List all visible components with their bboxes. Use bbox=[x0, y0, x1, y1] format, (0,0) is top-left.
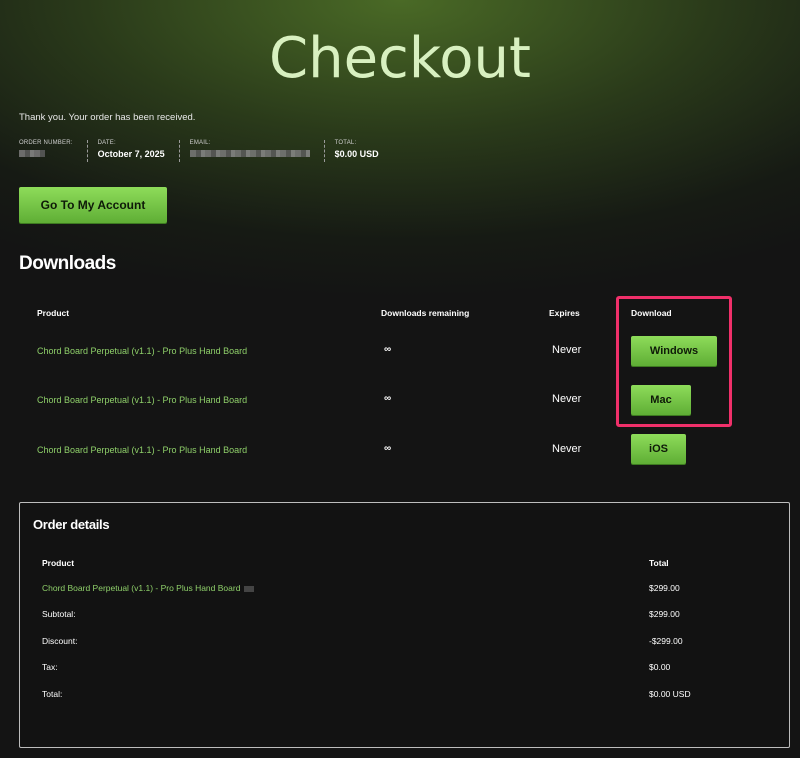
download-row-3-remaining: ∞ bbox=[384, 443, 392, 454]
downloads-header-product: Product bbox=[37, 308, 70, 318]
order-total-item: TOTAL: $0.00 USD bbox=[335, 140, 393, 162]
total-label: Total: bbox=[42, 689, 63, 699]
downloads-header-expires: Expires bbox=[549, 308, 580, 318]
order-item-product-link[interactable]: Chord Board Perpetual (v1.1) - Pro Plus … bbox=[42, 583, 240, 593]
tax-value: $0.00 bbox=[649, 662, 671, 672]
order-item-quantity-redacted bbox=[244, 585, 255, 592]
order-number-label: ORDER NUMBER: bbox=[19, 140, 73, 146]
download-row-2-remaining: ∞ bbox=[384, 393, 392, 404]
page-title: Checkout bbox=[269, 26, 531, 91]
order-total-value: $0.00 USD bbox=[334, 149, 379, 159]
order-email-item: EMAIL: bbox=[189, 140, 325, 162]
downloads-heading: Downloads bbox=[19, 253, 116, 274]
discount-value: -$299.00 bbox=[649, 636, 683, 646]
order-email-value-redacted bbox=[189, 149, 310, 159]
subtotal-label: Subtotal: bbox=[42, 609, 76, 619]
order-date-label: DATE: bbox=[97, 140, 116, 146]
order-details-heading: Order details bbox=[33, 517, 110, 532]
order-details-header-total: Total bbox=[649, 558, 669, 568]
download-row-1-expires: Never bbox=[552, 344, 582, 356]
subtotal-value: $299.00 bbox=[649, 609, 680, 619]
order-details-panel: Order details Product Total Chord Board … bbox=[19, 502, 790, 748]
downloads-header-remaining: Downloads remaining bbox=[381, 308, 470, 318]
order-overview: ORDER NUMBER: DATE: October 7, 2025 EMAI… bbox=[19, 140, 403, 162]
order-email-label: EMAIL: bbox=[189, 140, 211, 146]
download-row-3-product-link[interactable]: Chord Board Perpetual (v1.1) - Pro Plus … bbox=[37, 445, 247, 455]
order-item-row: Chord Board Perpetual (v1.1) - Pro Plus … bbox=[42, 583, 255, 593]
discount-label: Discount: bbox=[42, 636, 78, 646]
go-to-my-account-button[interactable]: Go To My Account bbox=[19, 187, 167, 223]
order-date-value: October 7, 2025 bbox=[97, 149, 165, 159]
order-details-header-product: Product bbox=[42, 558, 75, 568]
order-number-item: ORDER NUMBER: bbox=[19, 140, 88, 162]
download-row-3-expires: Never bbox=[552, 443, 582, 455]
order-date-item: DATE: October 7, 2025 bbox=[98, 140, 180, 162]
tax-label: Tax: bbox=[42, 662, 58, 672]
download-ios-button[interactable]: iOS bbox=[631, 434, 686, 464]
download-row-2-expires: Never bbox=[552, 393, 582, 405]
download-highlight-box bbox=[616, 296, 732, 427]
download-row-1-remaining: ∞ bbox=[384, 344, 392, 355]
total-value: $0.00 USD bbox=[649, 689, 691, 699]
order-total-label: TOTAL: bbox=[334, 140, 357, 146]
order-item-total: $299.00 bbox=[649, 583, 680, 593]
order-received-message: Thank you. Your order has been received. bbox=[19, 112, 196, 123]
download-row-1-product-link[interactable]: Chord Board Perpetual (v1.1) - Pro Plus … bbox=[37, 346, 247, 356]
download-row-2-product-link[interactable]: Chord Board Perpetual (v1.1) - Pro Plus … bbox=[37, 395, 247, 405]
order-number-value-redacted bbox=[19, 149, 73, 159]
